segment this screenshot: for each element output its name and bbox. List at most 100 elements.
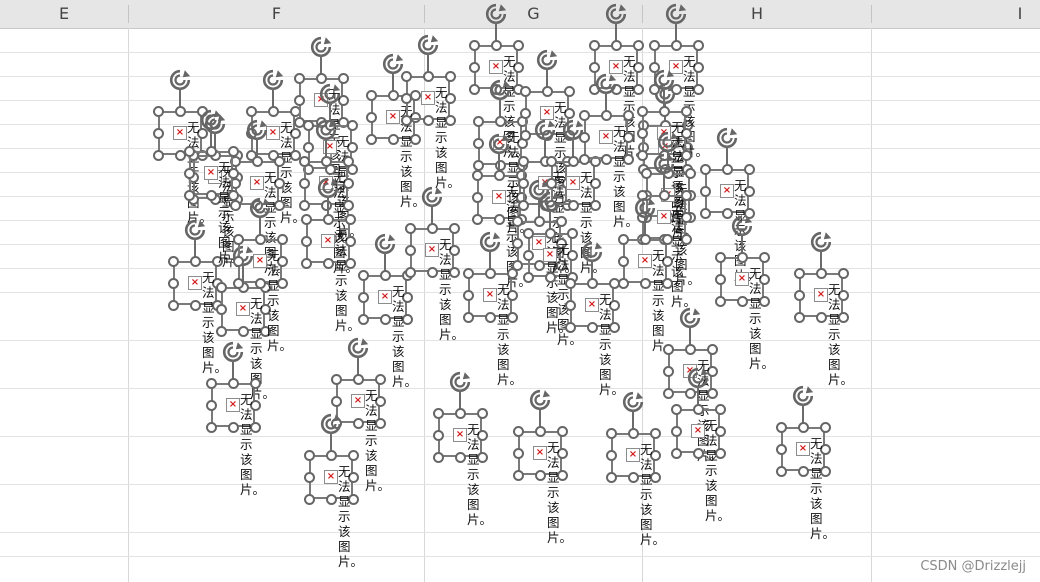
resize-handle[interactable] [153,106,164,117]
resize-handle[interactable] [485,312,496,323]
resize-handle[interactable] [693,448,704,459]
resize-handle[interactable] [494,170,505,181]
resize-handle[interactable] [366,90,377,101]
resize-handle[interactable] [491,40,502,51]
broken-picture[interactable]: ×无法显示该图片。 [512,388,572,548]
resize-handle[interactable] [233,278,244,289]
resize-handle[interactable] [565,278,576,289]
resize-handle[interactable] [838,268,849,279]
resize-handle[interactable] [405,223,416,234]
resize-handle[interactable] [331,396,342,407]
resize-handle[interactable] [794,268,805,279]
resize-handle[interactable] [380,314,391,325]
resize-handle[interactable] [523,228,534,239]
resize-handle[interactable] [301,214,312,225]
broken-picture[interactable]: ×无法显示该图片。 [432,370,492,530]
resize-handle[interactable] [579,110,590,121]
broken-picture[interactable]: ×无法显示该图片。 [564,240,624,400]
resize-handle[interactable] [606,472,617,483]
resize-handle[interactable] [579,154,590,165]
resize-handle[interactable] [206,146,217,157]
resize-handle[interactable] [744,164,755,175]
resize-handle[interactable] [206,190,217,201]
resize-handle[interactable] [449,223,460,234]
resize-handle[interactable] [565,300,576,311]
resize-handle[interactable] [206,400,217,411]
resize-handle[interactable] [348,450,359,461]
resize-handle[interactable] [323,258,334,269]
resize-handle[interactable] [184,190,195,201]
broken-picture[interactable]: ×无法显示该图片。 [793,230,853,390]
resize-handle[interactable] [618,256,629,267]
resize-handle[interactable] [216,282,227,293]
resize-handle[interactable] [153,128,164,139]
resize-handle[interactable] [611,40,622,51]
resize-handle[interactable] [326,494,337,505]
resize-handle[interactable] [405,245,416,256]
resize-handle[interactable] [233,234,244,245]
resize-handle[interactable] [358,314,369,325]
resize-handle[interactable] [671,448,682,459]
resize-handle[interactable] [445,71,456,82]
resize-handle[interactable] [343,156,354,167]
resize-handle[interactable] [323,214,334,225]
broken-picture[interactable]: ×无法显示该图片。 [670,366,730,526]
resize-handle[interactable] [628,428,639,439]
resize-handle[interactable] [331,374,342,385]
resize-handle[interactable] [513,448,524,459]
resize-handle[interactable] [246,106,257,117]
resize-handle[interactable] [587,278,598,289]
broken-picture[interactable]: ×无法显示该图片。 [400,33,460,193]
resize-handle[interactable] [216,326,227,337]
resize-handle[interactable] [685,344,696,355]
resize-handle[interactable] [798,422,809,433]
resize-handle[interactable] [565,322,576,333]
resize-handle[interactable] [345,214,356,225]
resize-handle[interactable] [233,256,244,267]
resize-handle[interactable] [353,374,364,385]
resize-handle[interactable] [715,252,726,263]
resize-handle[interactable] [358,270,369,281]
resize-handle[interactable] [366,134,377,145]
resize-handle[interactable] [663,344,674,355]
resize-handle[interactable] [206,422,217,433]
resize-handle[interactable] [405,267,416,278]
resize-handle[interactable] [388,90,399,101]
resize-handle[interactable] [693,404,704,415]
resize-handle[interactable] [671,404,682,415]
resize-handle[interactable] [649,40,660,51]
resize-handle[interactable] [637,106,648,117]
resize-handle[interactable] [472,192,483,203]
resize-handle[interactable] [427,267,438,278]
resize-handle[interactable] [184,168,195,179]
resize-handle[interactable] [388,134,399,145]
resize-handle[interactable] [469,40,480,51]
resize-handle[interactable] [535,426,546,437]
broken-picture[interactable]: ×无法显示该图片。 [205,340,265,500]
resize-handle[interactable] [587,322,598,333]
resize-handle[interactable] [473,116,484,127]
resize-handle[interactable] [477,408,488,419]
resize-handle[interactable] [494,214,505,225]
resize-handle[interactable] [523,250,534,261]
resize-handle[interactable] [601,154,612,165]
broken-picture[interactable]: ×无法显示该图片。 [404,185,464,345]
resize-handle[interactable] [737,252,748,263]
resize-handle[interactable] [495,116,506,127]
resize-handle[interactable] [304,472,315,483]
resize-handle[interactable] [401,71,412,82]
resize-handle[interactable] [228,146,239,157]
resize-handle[interactable] [485,268,496,279]
resize-handle[interactable] [190,300,201,311]
resize-handle[interactable] [700,208,711,219]
resize-handle[interactable] [299,156,310,167]
resize-handle[interactable] [274,156,285,167]
resize-handle[interactable] [375,374,386,385]
resize-handle[interactable] [455,452,466,463]
resize-handle[interactable] [507,268,518,279]
resize-handle[interactable] [168,256,179,267]
broken-picture[interactable]: ×无法显示该图片。 [605,390,665,550]
resize-handle[interactable] [671,40,682,51]
resize-handle[interactable] [816,312,827,323]
resize-handle[interactable] [542,86,553,97]
